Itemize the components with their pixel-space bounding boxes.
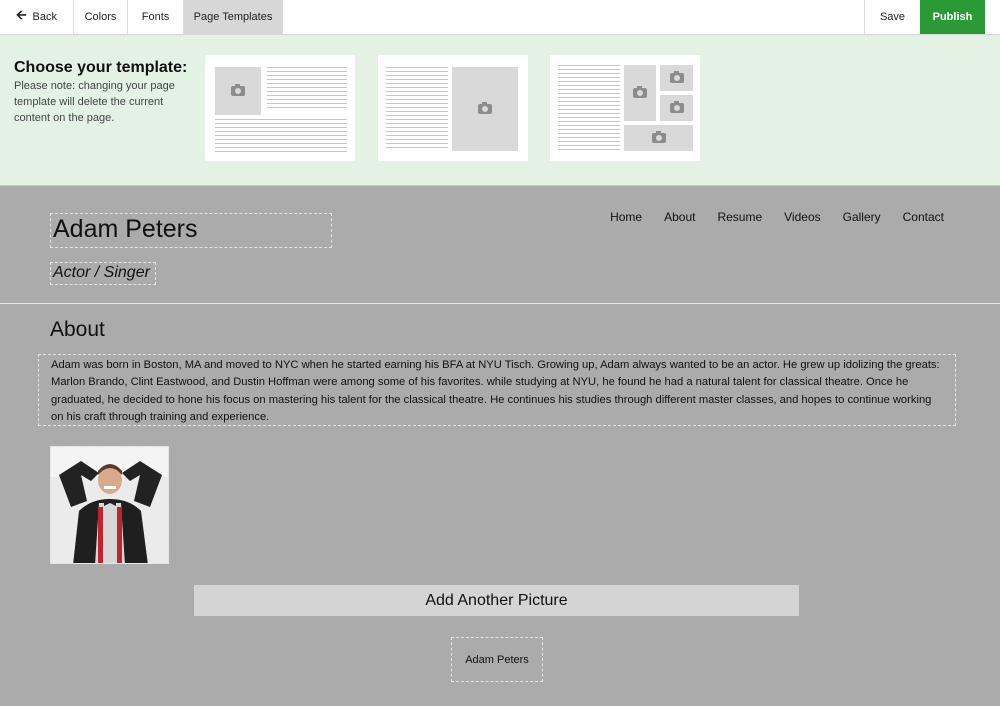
nav-item-contact[interactable]: Contact <box>903 210 944 224</box>
editor-toolbar: 🡨 Back Colors Fonts Page Templates Save … <box>0 0 1000 35</box>
about-heading: About <box>50 318 105 341</box>
arrow-left-icon: 🡨 <box>15 7 27 22</box>
camera-icon <box>669 71 684 83</box>
placeholder-image <box>660 95 693 121</box>
tab-colors[interactable]: Colors <box>74 0 128 34</box>
template-option-1[interactable] <box>205 55 355 161</box>
nav-item-resume[interactable]: Resume <box>717 210 762 224</box>
placeholder-image <box>660 65 693 91</box>
camera-icon <box>633 86 647 98</box>
tab-page-templates[interactable]: Page Templates <box>184 0 283 34</box>
template-option-2[interactable] <box>378 55 528 161</box>
placeholder-text <box>215 119 347 153</box>
nav-item-about[interactable]: About <box>664 210 695 224</box>
chooser-title: Choose your template: <box>14 59 188 76</box>
add-picture-button[interactable]: Add Another Picture <box>194 585 799 616</box>
template-chooser: Choose your template: Please note: chang… <box>0 35 1000 186</box>
placeholder-image <box>215 67 261 115</box>
publish-button[interactable]: Publish <box>920 0 985 34</box>
placeholder-image <box>624 125 693 151</box>
placeholder-text <box>558 65 620 151</box>
nav-item-gallery[interactable]: Gallery <box>843 210 881 224</box>
back-button[interactable]: 🡨 Back <box>0 0 74 34</box>
profile-photo[interactable] <box>50 446 169 564</box>
camera-icon <box>651 131 666 143</box>
nav-item-videos[interactable]: Videos <box>784 210 820 224</box>
placeholder-text <box>267 67 347 111</box>
camera-icon <box>669 101 684 113</box>
footer-name-field[interactable]: Adam Peters <box>451 637 543 682</box>
chooser-note: Please note: changing your page template… <box>14 80 175 124</box>
actor-portrait-image <box>51 447 168 563</box>
camera-icon <box>231 84 245 96</box>
nav-item-home[interactable]: Home <box>610 210 642 224</box>
placeholder-text <box>386 67 448 151</box>
template-option-3[interactable] <box>550 55 700 161</box>
placeholder-image <box>624 65 656 121</box>
about-text-field[interactable]: Adam was born in Boston, MA and moved to… <box>38 354 956 426</box>
site-tagline-field[interactable]: Actor / Singer <box>50 262 156 285</box>
header-divider <box>0 303 1000 304</box>
save-button[interactable]: Save <box>864 0 920 34</box>
site-name-field[interactable]: Adam Peters <box>50 213 332 248</box>
camera-icon <box>478 102 492 114</box>
site-nav: Home About Resume Videos Gallery Contact <box>610 210 944 224</box>
back-label: Back <box>32 11 58 23</box>
tab-fonts[interactable]: Fonts <box>128 0 184 34</box>
placeholder-image <box>452 67 518 151</box>
